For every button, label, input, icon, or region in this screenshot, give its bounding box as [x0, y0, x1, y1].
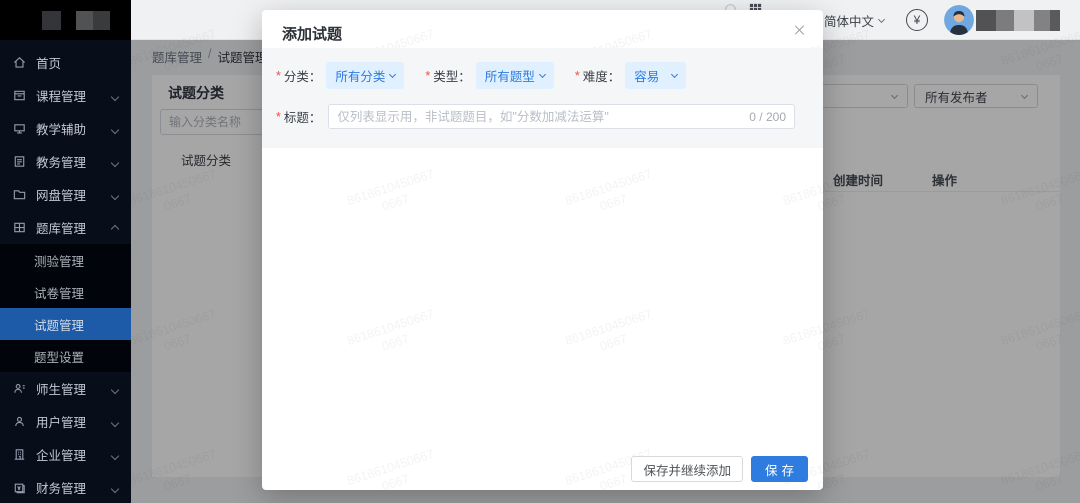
difficulty-select[interactable]: 容易: [625, 62, 686, 89]
add-question-modal: 8618610450667066786186104506670667861861…: [262, 10, 823, 490]
sidebar-item-netdisk-mgmt[interactable]: 网盘管理: [0, 178, 131, 211]
header-right-cluster: 简体中文 ¥: [805, 0, 1060, 40]
type-field-label: 类型：: [433, 66, 471, 85]
question-bank-submenu: 测验管理 试卷管理 试题管理 题型设置: [0, 244, 131, 372]
chevron-down-icon: [112, 188, 118, 202]
category-field-label: 分类：: [284, 66, 322, 85]
sidebar-item-enterprise-mgmt[interactable]: 企业管理: [0, 438, 131, 471]
required-mark: *: [276, 69, 281, 83]
redacted-block: [1034, 10, 1050, 31]
sidebar-item-label: 网盘管理: [36, 185, 86, 204]
difficulty-select-value: 容易: [634, 66, 659, 85]
question-title-field[interactable]: 0 / 200: [328, 104, 795, 129]
sidebar-nav: 首页 课程管理 教学辅助 教务管理 网盘管理: [0, 40, 131, 503]
sidebar-item-user-mgmt[interactable]: 用户管理: [0, 405, 131, 438]
sidebar-item-teach-assist[interactable]: 教学辅助: [0, 112, 131, 145]
sidebar-item-label: 用户管理: [36, 412, 86, 431]
sidebar-item-label: 首页: [36, 53, 61, 72]
chevron-down-icon: [112, 382, 118, 396]
title-field-label: 标题：: [284, 107, 322, 126]
required-mark: *: [575, 69, 580, 83]
avatar[interactable]: [944, 5, 974, 35]
chevron-down-icon: [112, 448, 118, 462]
sidebar-item-label: 课程管理: [36, 86, 86, 105]
sidebar-item-label: 测验管理: [34, 251, 84, 270]
app-logo[interactable]: [0, 0, 131, 40]
redacted-block: [1050, 10, 1060, 31]
sidebar-item-label: 题型设置: [34, 347, 84, 366]
home-icon: [12, 55, 28, 70]
chevron-down-icon: [671, 71, 678, 78]
type-select-value: 所有题型: [485, 66, 535, 85]
chevron-down-icon: [112, 415, 118, 429]
category-select-value: 所有分类: [335, 66, 385, 85]
difficulty-field-group: * 难度： 容易: [575, 62, 686, 89]
chevron-down-icon: [878, 15, 885, 22]
sidebar-item-home[interactable]: 首页: [0, 46, 131, 79]
redacted-block: [1014, 10, 1034, 31]
logo-redacted-block: [76, 11, 93, 30]
category-field-group: * 分类： 所有分类: [276, 62, 404, 89]
sidebar-item-teacher-student-mgmt[interactable]: 师生管理: [0, 372, 131, 405]
monitor-icon: [12, 121, 28, 136]
currency-yen-icon[interactable]: ¥: [906, 9, 928, 31]
redacted-block: [996, 10, 1014, 31]
building-icon: [12, 447, 28, 462]
required-mark: *: [276, 110, 281, 124]
finance-icon: [12, 480, 28, 495]
sidebar-item-quiz-mgmt[interactable]: 测验管理: [0, 244, 131, 276]
sidebar-item-label: 教学辅助: [36, 119, 86, 138]
sidebar-item-label: 试卷管理: [34, 283, 84, 302]
modal-filter-row: * 分类： 所有分类 * 类型： 所有题型 *: [276, 62, 686, 89]
chevron-down-icon: [539, 71, 546, 78]
save-button[interactable]: 保存: [751, 456, 808, 482]
question-bank-icon: [12, 220, 28, 235]
course-icon: [12, 88, 28, 103]
language-label: 简体中文: [824, 11, 874, 30]
sidebar-item-question-type-settings[interactable]: 题型设置: [0, 340, 131, 372]
chevron-down-icon: [112, 122, 118, 136]
user-icon: [12, 414, 28, 429]
type-field-group: * 类型： 所有题型: [425, 62, 553, 89]
sidebar-item-label: 财务管理: [36, 478, 86, 497]
redacted-username: [976, 10, 1060, 31]
logo-redacted-block: [93, 11, 110, 30]
modal-header: 添加试题: [262, 10, 823, 48]
sidebar-item-label: 试题管理: [34, 315, 84, 334]
yen-symbol: ¥: [914, 13, 921, 27]
close-icon[interactable]: [793, 24, 805, 36]
sidebar-item-label: 教务管理: [36, 152, 86, 171]
category-select[interactable]: 所有分类: [326, 62, 404, 89]
redacted-block: [976, 10, 996, 31]
logo-redacted-block: [42, 11, 61, 30]
sidebar-item-question-mgmt-selected[interactable]: 试题管理: [0, 308, 131, 340]
chevron-down-icon: [389, 71, 396, 78]
sidebar: 首页 课程管理 教学辅助 教务管理 网盘管理: [0, 0, 131, 503]
chevron-up-icon: [112, 221, 118, 235]
type-select[interactable]: 所有题型: [476, 62, 554, 89]
chevron-down-icon: [112, 89, 118, 103]
sidebar-item-label: 题库管理: [36, 218, 86, 237]
modal-filter-band: * 分类： 所有分类 * 类型： 所有题型 *: [262, 48, 823, 148]
document-icon: [12, 154, 28, 169]
sidebar-item-finance-mgmt[interactable]: 财务管理: [0, 471, 131, 503]
sidebar-item-label: 师生管理: [36, 379, 86, 398]
save-and-continue-button[interactable]: 保存并继续添加: [631, 456, 743, 482]
chevron-down-icon: [112, 155, 118, 169]
sidebar-item-academic-mgmt[interactable]: 教务管理: [0, 145, 131, 178]
folder-icon: [12, 187, 28, 202]
difficulty-field-label: 难度：: [583, 66, 621, 85]
modal-title-row: * 标题： 0 / 200: [276, 104, 795, 129]
character-counter: 0 / 200: [749, 110, 786, 124]
sidebar-item-label: 企业管理: [36, 445, 86, 464]
sidebar-item-paper-mgmt[interactable]: 试卷管理: [0, 276, 131, 308]
modal-footer: 保存并继续添加 保存: [631, 456, 808, 482]
chevron-down-icon: [112, 481, 118, 495]
modal-title: 添加试题: [282, 23, 342, 44]
required-mark: *: [425, 69, 430, 83]
question-title-input[interactable]: [337, 110, 741, 124]
teacher-student-icon: [12, 381, 28, 396]
sidebar-item-course-mgmt[interactable]: 课程管理: [0, 79, 131, 112]
sidebar-item-question-bank[interactable]: 题库管理: [0, 211, 131, 244]
